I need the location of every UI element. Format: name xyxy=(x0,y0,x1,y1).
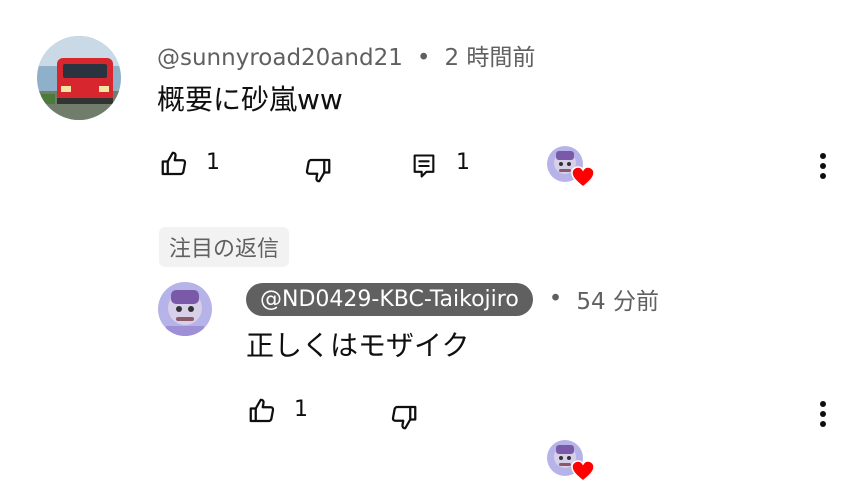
meta-separator: • xyxy=(416,45,431,71)
comment-author[interactable]: @sunnyroad20and21 xyxy=(157,45,403,71)
reply-button[interactable] xyxy=(406,148,442,184)
comment-meta: @sunnyroad20and21 • 2 時間前 xyxy=(157,38,535,72)
dislike-button[interactable] xyxy=(300,152,336,188)
commenter-avatar[interactable] xyxy=(37,36,121,120)
reply-creator-heart xyxy=(547,440,595,484)
like-count: 1 xyxy=(206,150,220,175)
thumb-down-icon xyxy=(391,405,417,430)
reply-meta: @ND0429-KBC-Taikojiro • 54 分前 xyxy=(246,282,659,316)
creator-heart-icon xyxy=(571,166,595,188)
reply-dislike-button[interactable] xyxy=(386,399,422,435)
comment-more-button[interactable] xyxy=(808,148,838,184)
thumb-up-icon xyxy=(249,398,275,423)
like-button[interactable] xyxy=(156,146,192,182)
reply-count: 1 xyxy=(456,150,470,175)
reply-author-chip[interactable]: @ND0429-KBC-Taikojiro xyxy=(246,282,533,316)
reply-icon xyxy=(413,154,435,178)
comment-time[interactable]: 2 時間前 xyxy=(444,45,535,71)
reply-more-button[interactable] xyxy=(808,396,838,432)
reply-time[interactable]: 54 分前 xyxy=(576,282,659,316)
creator-heart xyxy=(547,146,595,190)
pinned-reply-label: 注目の返信 xyxy=(159,227,290,267)
reply-like-count: 1 xyxy=(294,397,308,422)
replier-avatar[interactable] xyxy=(158,282,212,336)
reply-text: 正しくはモザイク xyxy=(246,329,470,362)
creator-heart-icon xyxy=(571,460,595,482)
reply-like-button[interactable] xyxy=(244,393,280,429)
thumb-up-icon xyxy=(161,151,187,176)
comment-text: 概要に砂嵐ww xyxy=(157,83,343,116)
meta-separator: • xyxy=(548,286,563,312)
more-vert-icon xyxy=(820,153,826,179)
more-vert-icon xyxy=(820,401,826,427)
thumb-down-icon xyxy=(305,158,331,183)
